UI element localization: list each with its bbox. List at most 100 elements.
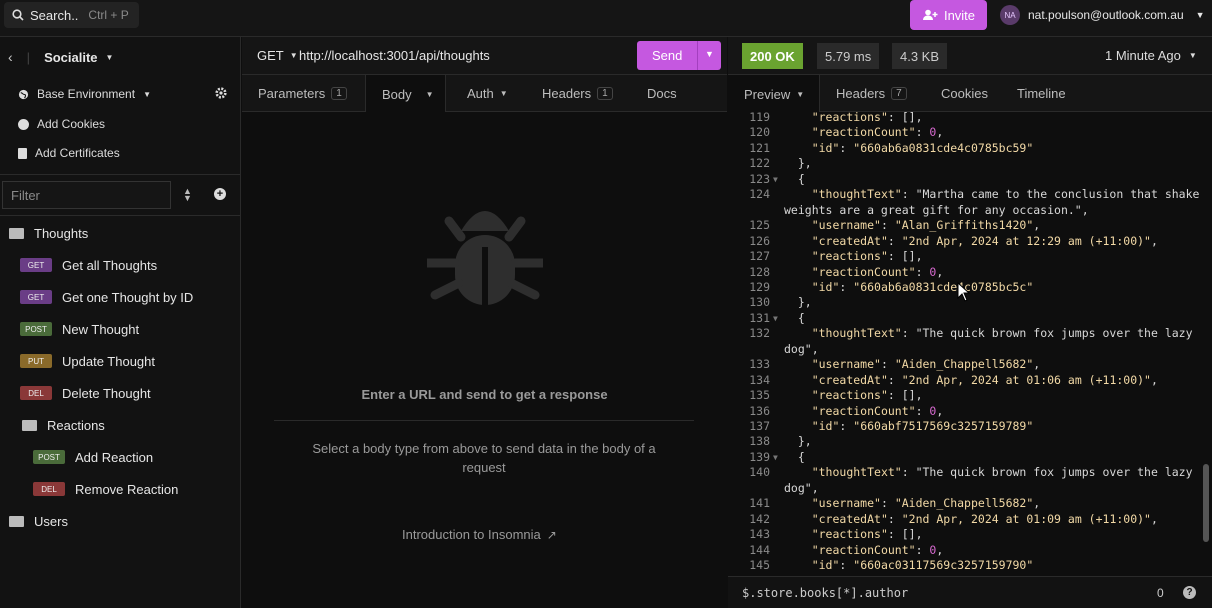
divider <box>0 174 241 175</box>
certificate-icon <box>18 147 27 159</box>
search-icon <box>12 9 24 21</box>
add-certificates-label: Add Certificates <box>35 146 120 160</box>
help-icon[interactable]: ? <box>1183 586 1196 599</box>
method-selector[interactable]: GET ▼ <box>257 48 298 63</box>
environment-selector[interactable]: Base Environment ▼ <box>18 85 151 103</box>
tab-count: 7 <box>891 87 907 100</box>
fold-toggle-icon[interactable]: ▼ <box>773 314 778 323</box>
code-line: }, <box>784 434 812 449</box>
intro-link[interactable]: Introduction to Insomnia ↗ <box>402 527 557 542</box>
tab-label: Preview <box>744 86 791 102</box>
folder-label: Thoughts <box>34 225 89 241</box>
send-button[interactable]: Send ▼ <box>637 41 721 70</box>
line-number: 136 <box>749 403 770 418</box>
response-filter-input[interactable]: $.store.books[*].author <box>742 586 908 600</box>
request-get-one-thought[interactable]: GET Get one Thought by ID <box>0 281 240 313</box>
back-arrow-icon[interactable]: ‹ <box>8 49 13 65</box>
fold-toggle-icon[interactable]: ▼ <box>773 175 778 184</box>
response-filter-bar: $.store.books[*].author 0 ? <box>728 576 1212 608</box>
tab-docs[interactable]: Docs <box>647 75 677 112</box>
line-number: 122 <box>749 156 770 171</box>
top-bar: Search.. Ctrl + P Invite NA nat.poulson@… <box>0 0 1212 37</box>
chevron-down-icon: ▼ <box>143 89 151 99</box>
request-label: Update Thought <box>62 353 155 369</box>
code-line: }, <box>784 156 812 171</box>
scrollbar-thumb[interactable] <box>1203 464 1209 542</box>
search-button[interactable]: Search.. Ctrl + P <box>4 2 139 28</box>
code-line: "createdAt": "2nd Apr, 2024 at 12:29 am … <box>811 233 1158 248</box>
add-user-icon <box>922 9 938 20</box>
folder-icon <box>9 515 24 527</box>
add-certificates-button[interactable]: Add Certificates <box>18 144 120 162</box>
code-line: "id": "660ab6a0831cde4c0785bc5c" <box>811 279 1034 294</box>
folder-label: Reactions <box>47 417 105 433</box>
code-line: "username": "Aiden_Chappell5682", <box>811 357 1041 372</box>
add-icon[interactable]: + <box>214 188 226 200</box>
folder-thoughts[interactable]: Thoughts <box>0 217 240 249</box>
tab-parameters[interactable]: Parameters 1 <box>258 75 347 112</box>
tab-body[interactable]: Body ▼ <box>365 75 446 113</box>
cursor-icon <box>957 282 971 302</box>
line-number: 124 <box>749 187 770 202</box>
history-selector[interactable]: 1 Minute Ago ▼ <box>1105 48 1197 63</box>
chevron-down-icon[interactable]: ▼ <box>106 53 114 62</box>
code-line: "reactions": [], <box>811 527 923 542</box>
line-number: 131 <box>749 310 770 325</box>
line-number: 120 <box>749 125 770 140</box>
tab-count: 1 <box>331 87 347 100</box>
invite-button[interactable]: Invite <box>910 0 987 30</box>
request-new-thought[interactable]: POST New Thought <box>0 313 240 345</box>
tab-cookies[interactable]: Cookies <box>941 75 988 112</box>
chevron-down-icon: ▼ <box>425 89 434 99</box>
tab-response-headers[interactable]: Headers 7 <box>836 75 907 112</box>
empty-title: Enter a URL and send to get a response <box>361 387 608 402</box>
tab-label: Auth <box>467 86 494 101</box>
code-line: { <box>784 449 805 464</box>
code-line: "reactions": [], <box>811 388 923 403</box>
tab-label: Cookies <box>941 86 988 101</box>
folder-users[interactable]: Users <box>0 505 240 537</box>
request-label: Remove Reaction <box>75 481 179 497</box>
request-label: Get all Thoughts <box>62 257 158 273</box>
method-badge: POST <box>33 450 65 464</box>
line-number: 125 <box>749 218 770 233</box>
request-label: Add Reaction <box>75 449 154 465</box>
tab-timeline[interactable]: Timeline <box>1017 75 1066 112</box>
method-badge: DEL <box>33 482 65 496</box>
method-badge: DEL <box>20 386 52 400</box>
filter-input[interactable]: Filter <box>2 181 171 209</box>
folder-reactions[interactable]: Reactions <box>0 409 240 441</box>
time-badge: 5.79 ms <box>817 43 880 69</box>
search-shortcut: Ctrl + P <box>88 8 129 22</box>
fold-toggle-icon[interactable]: ▼ <box>773 453 778 462</box>
method-badge: GET <box>20 290 52 304</box>
line-number: 140 <box>749 465 770 480</box>
tab-auth[interactable]: Auth ▼ <box>467 75 508 112</box>
gear-icon[interactable] <box>215 87 227 102</box>
history-label: 1 Minute Ago <box>1105 48 1181 63</box>
tab-preview[interactable]: Preview ▼ <box>728 75 820 113</box>
request-update-thought[interactable]: PUT Update Thought <box>0 345 240 377</box>
line-number: 139 <box>749 449 770 464</box>
code-line: "reactions": [], <box>811 112 923 124</box>
empty-hint: Select a body type from above to send da… <box>312 441 656 475</box>
response-preview[interactable]: 119 "reactions": [], 120 "reactionCount":… <box>728 112 1212 576</box>
account-menu[interactable]: NA nat.poulson@outlook.com.au ▼ <box>1000 4 1205 26</box>
request-delete-thought[interactable]: DEL Delete Thought <box>0 377 240 409</box>
chevron-down-icon[interactable]: ▼ <box>705 49 714 59</box>
project-name[interactable]: Socialite <box>44 50 97 65</box>
sort-icon[interactable]: ▲ ▼ <box>183 187 192 203</box>
code-line: { <box>784 310 805 325</box>
url-input[interactable]: http://localhost:3001/api/thoughts <box>299 48 490 63</box>
size-badge: 4.3 KB <box>892 43 948 69</box>
request-add-reaction[interactable]: POST Add Reaction <box>0 441 240 473</box>
request-remove-reaction[interactable]: DEL Remove Reaction <box>0 473 240 505</box>
tab-headers[interactable]: Headers 1 <box>542 75 613 112</box>
add-cookies-button[interactable]: Add Cookies <box>18 115 105 133</box>
chevron-down-icon: ▼ <box>289 51 298 60</box>
project-header: ‹ | Socialite ▼ <box>8 47 113 67</box>
search-label: Search.. <box>30 7 79 23</box>
code-line: weights are a great gift for any occasio… <box>784 202 1089 217</box>
method-badge: PUT <box>20 354 52 368</box>
request-get-all-thoughts[interactable]: GET Get all Thoughts <box>0 249 240 281</box>
